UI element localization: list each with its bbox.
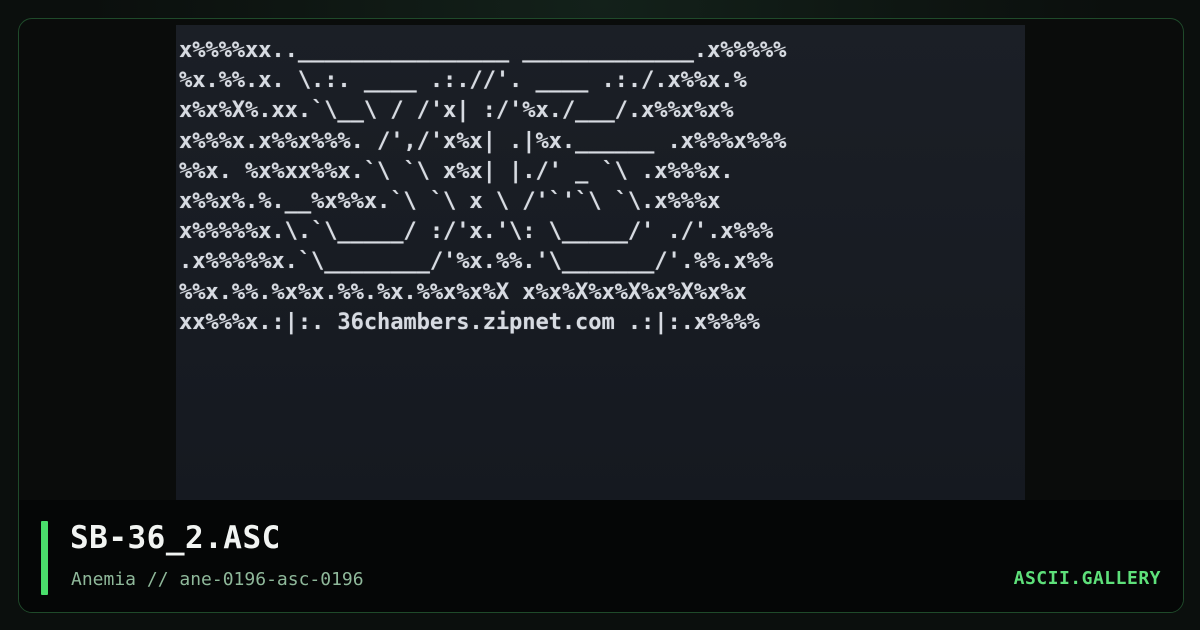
accent-bar <box>41 521 48 595</box>
ascii-art-frame: x%%%%xx..________________ _____________.… <box>176 25 1025 501</box>
ascii-art-line: x%%%%xx..________________ _____________.… <box>179 37 787 63</box>
ascii-art-line: x%%x%.%.__%x%%x.`\ `\ x \ /'`'`\ `\.x%%%… <box>179 188 721 215</box>
ascii-art-line: x%%%x.x%%x%%%. /',/'x%x| .|%x.______ .x%… <box>179 127 787 154</box>
ascii-art-line: .x%%%%%x.`\________/'%x.%%.'\_______/'.%… <box>179 248 774 275</box>
ascii-art-line: %%x. %x%xx%%x.`\ `\ x%x| |./' _ `\ .x%%%… <box>179 157 734 184</box>
ascii-art-line: xx%%%x.:|:. 36chambers.zipnet.com .:|:.x… <box>179 308 760 335</box>
gallery-card: x%%%%xx..________________ _____________.… <box>18 18 1184 613</box>
ascii-art-line: x%x%X%.xx.`\__\ / /'x| :/'%x./___/.x%%x%… <box>179 97 734 124</box>
ascii-art-line: %%x.%%.%x%x.%%.%x.%%x%x%X x%x%X%x%X%x%X%… <box>179 278 747 305</box>
brand-label[interactable]: ASCII.GALLERY <box>1014 568 1161 589</box>
ascii-art-line: %x.%%.x. \.:. ____ .:.//'. ____ .:./.x%%… <box>179 67 747 94</box>
artwork-subtitle: Anemia // ane-0196-asc-0196 <box>71 569 364 590</box>
card-footer: SB-36_2.ASC Anemia // ane-0196-asc-0196 … <box>19 500 1183 612</box>
ascii-art: x%%%%xx..________________ _____________.… <box>179 35 786 337</box>
ascii-art-line: x%%%%%x.\.`\_____/ :/'x.'\: \_____/' ./'… <box>179 218 774 245</box>
artwork-title: SB-36_2.ASC <box>70 520 281 556</box>
